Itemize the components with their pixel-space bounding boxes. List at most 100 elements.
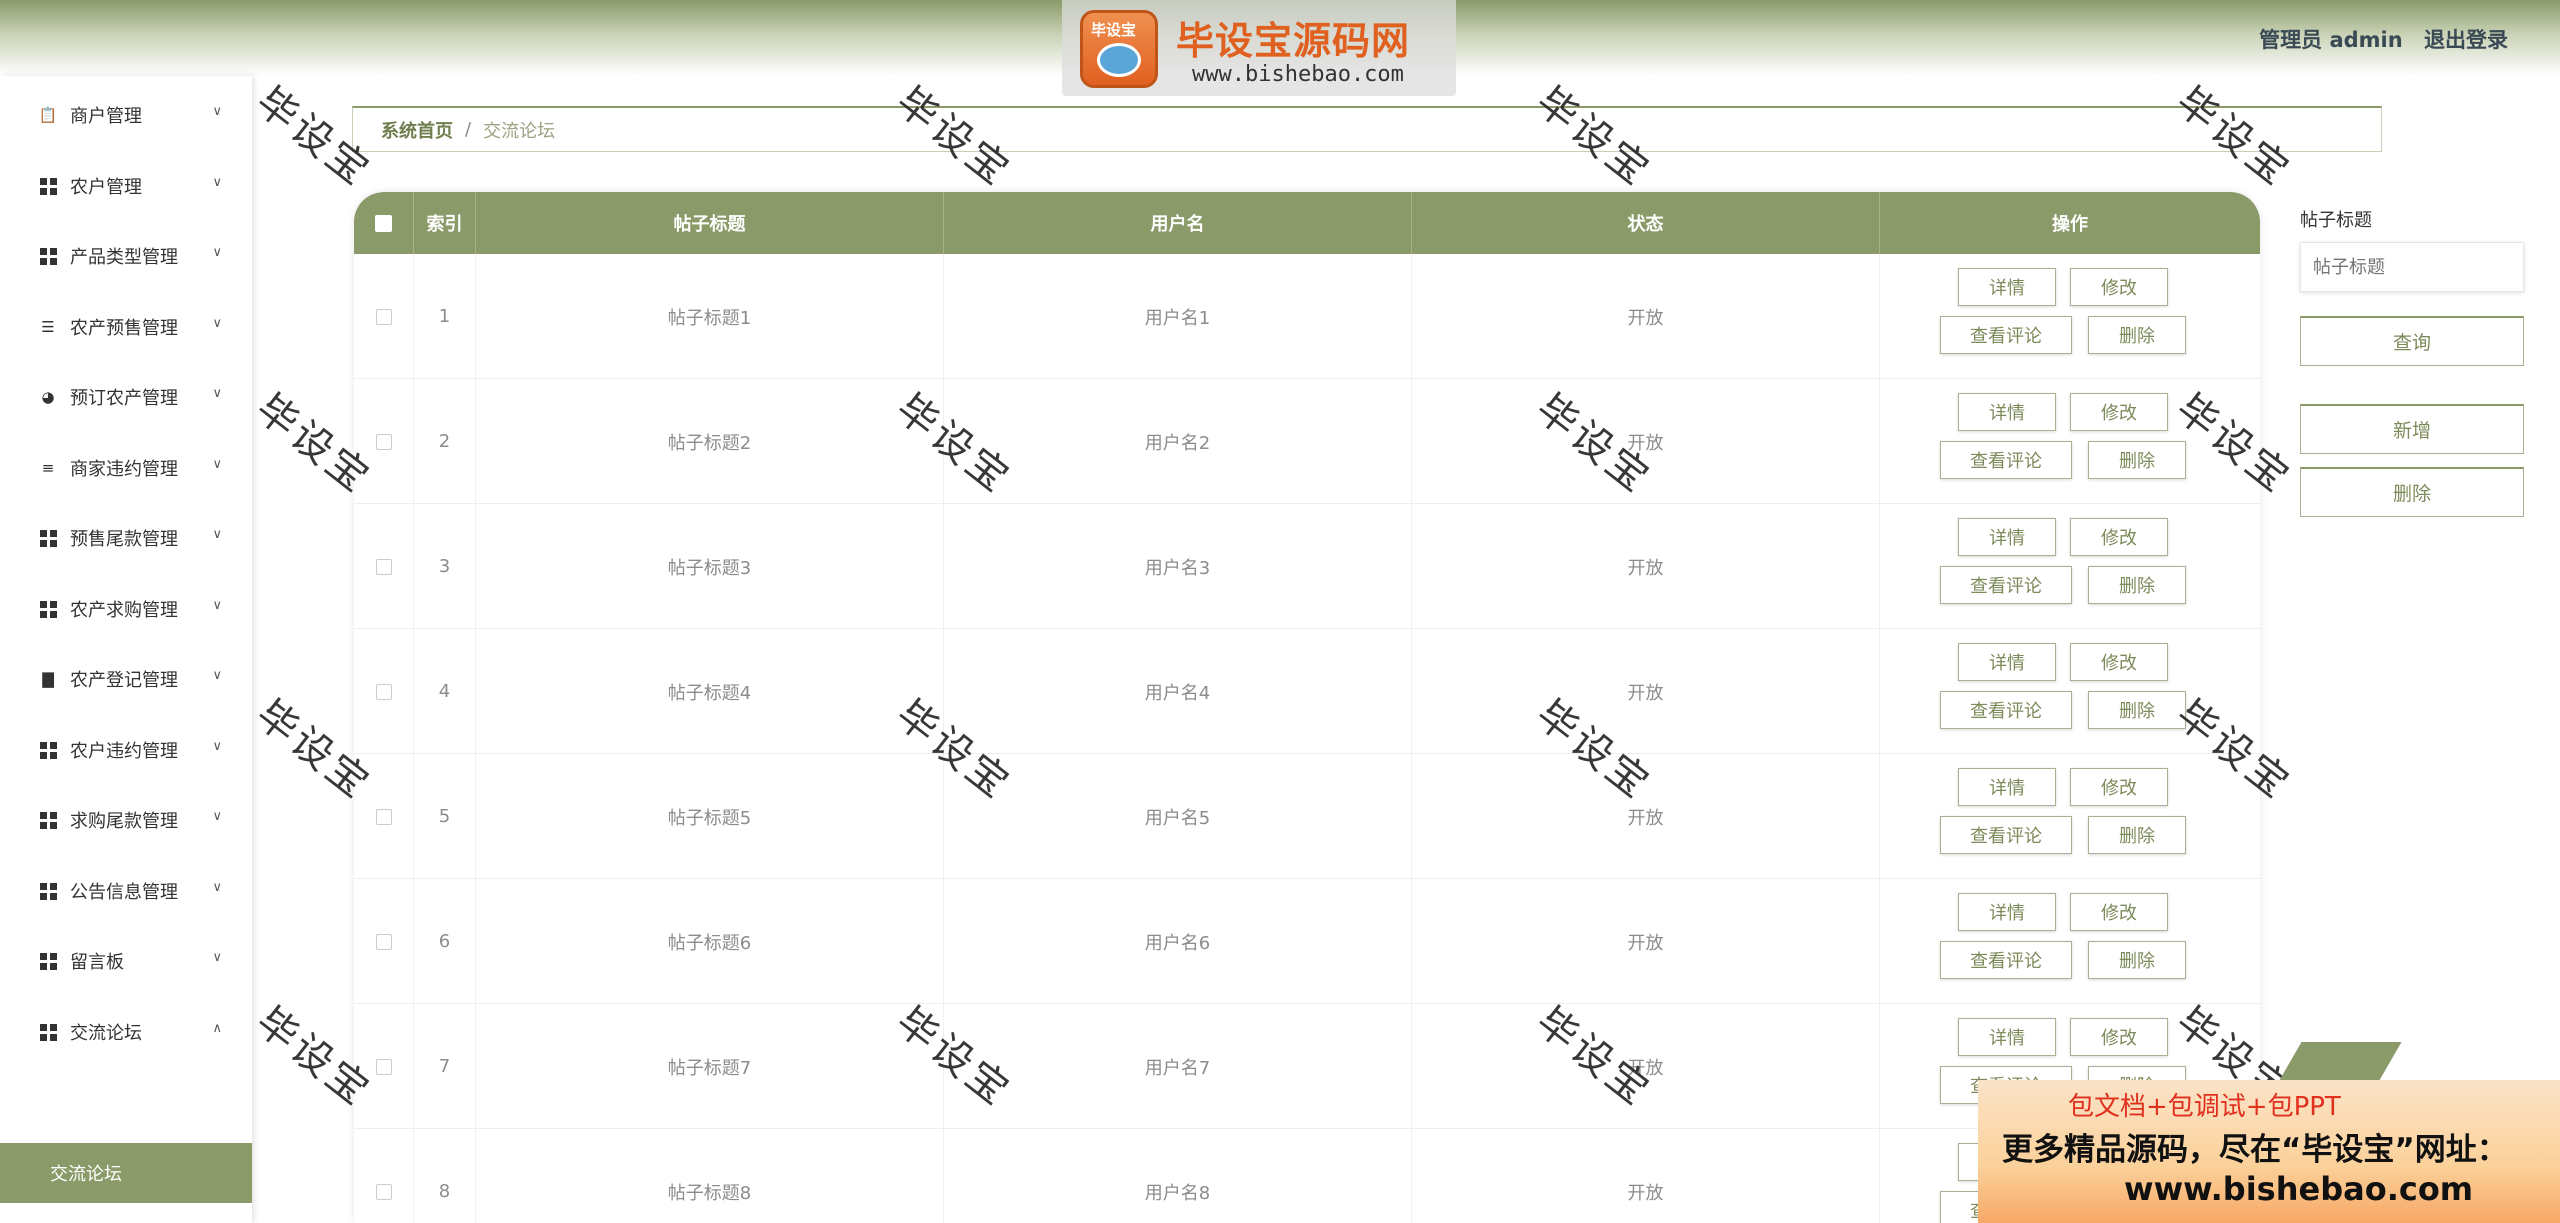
detail-button[interactable]: 详情 — [1958, 268, 2056, 306]
breadcrumb-home[interactable]: 系统首页 — [381, 117, 453, 143]
chevron-down-icon[interactable]: ∨ — [212, 598, 222, 613]
row-select-cell[interactable] — [354, 379, 414, 504]
row-select-cell[interactable] — [354, 1004, 414, 1129]
chevron-down-icon[interactable]: ∨ — [212, 175, 222, 190]
view-comments-button[interactable]: 查看评论 — [1940, 941, 2072, 979]
detail-button[interactable]: 详情 — [1958, 393, 2056, 431]
sidebar-item-6[interactable]: ≡ 商家违约管理 ∨ — [0, 443, 252, 493]
sidebar-item-2[interactable]: 农户管理 ∨ — [0, 161, 252, 211]
edit-button[interactable]: 修改 — [2070, 643, 2168, 681]
sidebar-item-12[interactable]: 公告信息管理 ∨ — [0, 866, 252, 916]
view-comments-button[interactable]: 查看评论 — [1940, 566, 2072, 604]
delete-button[interactable]: 删除 — [2088, 316, 2186, 354]
promo-banner[interactable]: 包文档+包调试+包PPT 更多精品源码，尽在“毕设宝”网址： www.bishe… — [1978, 1080, 2560, 1223]
row-checkbox[interactable] — [375, 433, 392, 450]
detail-button[interactable]: 详情 — [1958, 643, 2056, 681]
header-actions: 操作 — [2052, 214, 2088, 235]
row-checkbox[interactable] — [375, 1183, 392, 1200]
sidebar-item-13[interactable]: 留言板 ∨ — [0, 936, 252, 986]
bar-chart-icon: ▇ — [42, 670, 54, 688]
sidebar-item-1[interactable]: 📋 商户管理 ∨ — [0, 90, 252, 140]
detail-button[interactable]: 详情 — [1958, 518, 2056, 556]
row-select-cell[interactable] — [354, 629, 414, 754]
sidebar-item-10[interactable]: 农户违约管理 ∨ — [0, 725, 252, 775]
edit-button[interactable]: 修改 — [2070, 1018, 2168, 1056]
table-header: 索引 帖子标题 用户名 状态 操作 — [354, 192, 2260, 254]
edit-button[interactable]: 修改 — [2070, 768, 2168, 806]
header-title: 帖子标题 — [476, 192, 944, 254]
delete-button[interactable]: 删除 — [2088, 566, 2186, 604]
chevron-down-icon[interactable]: ∨ — [212, 104, 222, 119]
row-checkbox[interactable] — [375, 558, 392, 575]
row-select-cell[interactable] — [354, 504, 414, 629]
header-index: 索引 — [414, 192, 476, 254]
detail-button[interactable]: 详情 — [1958, 768, 2056, 806]
logo-face-icon — [1097, 43, 1141, 77]
row-status: 开放 — [1412, 254, 1880, 379]
top-header: 毕设宝 毕设宝源码网 www.bishebao.com 管理员 admin 退出… — [0, 0, 2560, 96]
sidebar-item-label: 农产预售管理 — [70, 318, 178, 339]
table-row: 6 帖子标题6 用户名6 开放 详情 修改 查看评论 删除 — [354, 879, 2260, 1004]
grid-icon — [38, 951, 58, 971]
header-select-all[interactable] — [354, 192, 414, 254]
search-title-input[interactable] — [2300, 242, 2524, 292]
sidebar-item-4[interactable]: ☰ 农产预售管理 ∨ — [0, 302, 252, 352]
chevron-up-icon[interactable]: ∧ — [212, 1021, 222, 1036]
sidebar-item-9[interactable]: ▇ 农产登记管理 ∨ — [0, 654, 252, 704]
delete-button[interactable]: 删除 — [2088, 691, 2186, 729]
chevron-down-icon[interactable]: ∨ — [212, 457, 222, 472]
row-checkbox[interactable] — [375, 683, 392, 700]
row-checkbox[interactable] — [375, 1058, 392, 1075]
chevron-down-icon[interactable]: ∨ — [212, 809, 222, 824]
view-comments-button[interactable]: 查看评论 — [1940, 691, 2072, 729]
sidebar-item-3[interactable]: 产品类型管理 ∨ — [0, 231, 252, 281]
logout-link[interactable]: 退出登录 — [2424, 28, 2508, 52]
batch-delete-button[interactable]: 删除 — [2300, 467, 2524, 517]
row-checkbox[interactable] — [375, 808, 392, 825]
row-select-cell[interactable] — [354, 1129, 414, 1223]
sidebar-item-7[interactable]: 预售尾款管理 ∨ — [0, 513, 252, 563]
view-comments-button[interactable]: 查看评论 — [1940, 441, 2072, 479]
chevron-down-icon[interactable]: ∨ — [212, 316, 222, 331]
chevron-down-icon[interactable]: ∨ — [212, 739, 222, 754]
row-title: 帖子标题4 — [476, 629, 944, 754]
sidebar-item-8[interactable]: 农产求购管理 ∨ — [0, 584, 252, 634]
delete-button[interactable]: 删除 — [2088, 816, 2186, 854]
promo-line-3: www.bishebao.com — [2124, 1170, 2474, 1208]
edit-button[interactable]: 修改 — [2070, 393, 2168, 431]
row-checkbox[interactable] — [375, 933, 392, 950]
search-title-label: 帖子标题 — [2300, 210, 2372, 231]
edit-button[interactable]: 修改 — [2070, 518, 2168, 556]
row-status: 开放 — [1412, 879, 1880, 1004]
sidebar-item-label: 商家违约管理 — [70, 459, 178, 480]
row-select-cell[interactable] — [354, 879, 414, 1004]
chevron-down-icon[interactable]: ∨ — [212, 880, 222, 895]
view-comments-button[interactable]: 查看评论 — [1940, 316, 2072, 354]
delete-button[interactable]: 删除 — [2088, 941, 2186, 979]
sidebar-item-5[interactable]: ◕ 预订农产管理 ∨ — [0, 372, 252, 422]
row-title: 帖子标题6 — [476, 879, 944, 1004]
chevron-down-icon[interactable]: ∨ — [212, 950, 222, 965]
detail-button[interactable]: 详情 — [1958, 1018, 2056, 1056]
row-select-cell[interactable] — [354, 754, 414, 879]
add-button[interactable]: 新增 — [2300, 404, 2524, 454]
sidebar-item-14[interactable]: 交流论坛 ∧ — [0, 1007, 252, 1057]
header-user-area: 管理员 admin 退出登录 — [2245, 24, 2508, 54]
edit-button[interactable]: 修改 — [2070, 893, 2168, 931]
select-all-checkbox[interactable] — [375, 214, 392, 232]
sidebar-subitem-forum[interactable]: 交流论坛 — [0, 1143, 252, 1203]
chevron-down-icon[interactable]: ∨ — [212, 527, 222, 542]
chevron-down-icon[interactable]: ∨ — [212, 245, 222, 260]
chevron-down-icon[interactable]: ∨ — [212, 386, 222, 401]
detail-button[interactable]: 详情 — [1958, 893, 2056, 931]
delete-button[interactable]: 删除 — [2088, 441, 2186, 479]
chevron-down-icon[interactable]: ∨ — [212, 668, 222, 683]
edit-button[interactable]: 修改 — [2070, 268, 2168, 306]
table-row: 3 帖子标题3 用户名3 开放 详情 修改 查看评论 删除 — [354, 504, 2260, 629]
query-button[interactable]: 查询 — [2300, 316, 2524, 366]
view-comments-button[interactable]: 查看评论 — [1940, 816, 2072, 854]
row-checkbox[interactable] — [375, 308, 392, 325]
table-row: 5 帖子标题5 用户名5 开放 详情 修改 查看评论 删除 — [354, 754, 2260, 879]
sidebar-item-11[interactable]: 求购尾款管理 ∨ — [0, 795, 252, 845]
row-select-cell[interactable] — [354, 254, 414, 379]
